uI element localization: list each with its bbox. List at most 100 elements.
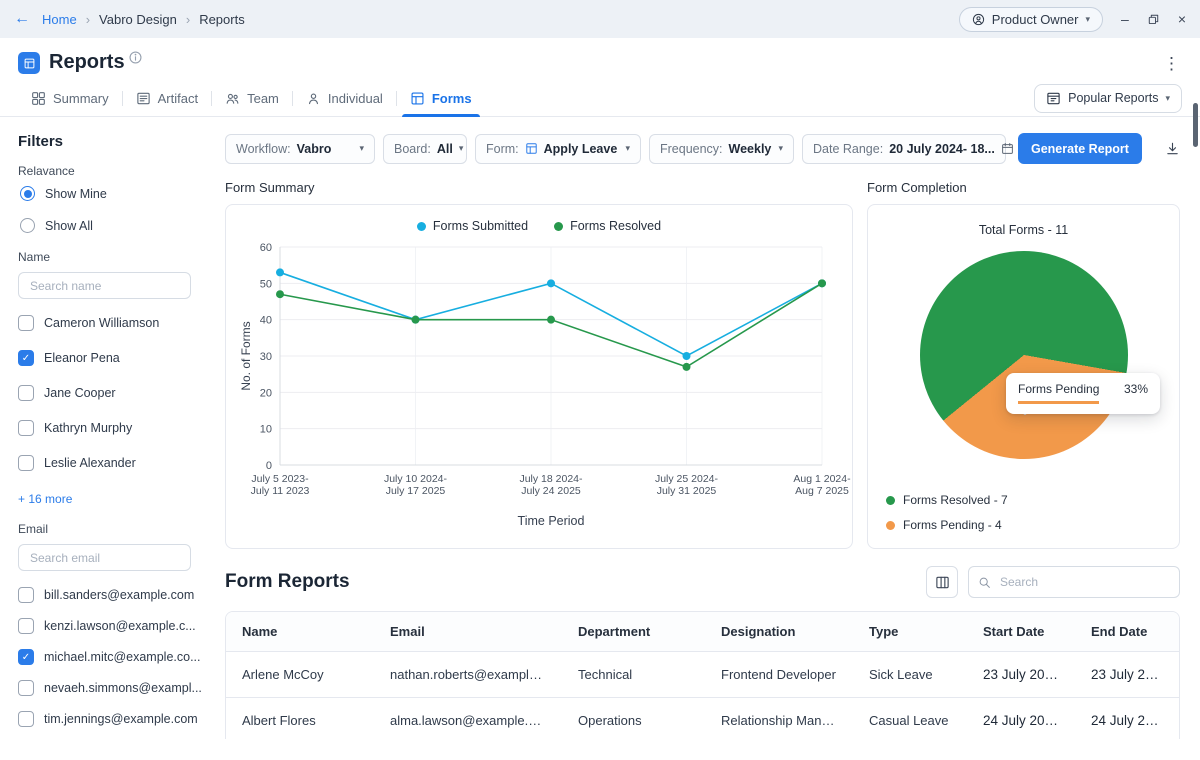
checkbox[interactable]	[18, 711, 34, 727]
tab-label: Individual	[327, 90, 383, 106]
table-row[interactable]: Albert Flores alma.lawson@example.com Oper…	[226, 697, 1179, 739]
tab-forms[interactable]: Forms	[397, 80, 485, 117]
checkbox[interactable]	[18, 680, 34, 696]
email-search-input[interactable]	[28, 549, 181, 566]
column-header: Type	[853, 612, 967, 652]
chevron-down-icon: ▾	[625, 143, 630, 153]
info-icon[interactable]	[128, 50, 143, 65]
date-range-value: 20 July 2024- 18...	[889, 141, 995, 156]
kebab-menu[interactable]: ⋮	[1163, 50, 1180, 74]
radio-button[interactable]	[20, 186, 35, 201]
email-checkbox-item[interactable]: ✓ michael.mitc@example.co...	[18, 649, 201, 665]
user-menu-label: Product Owner	[991, 11, 1079, 27]
name-search[interactable]	[18, 272, 191, 299]
table-cell: Technical	[562, 651, 705, 698]
radio-option[interactable]: Show Mine	[18, 186, 191, 201]
checkbox[interactable]	[18, 315, 34, 331]
pie-legend: Forms Resolved - 7 Forms Pending - 4	[886, 493, 1008, 532]
radio-label: Show Mine	[45, 186, 107, 201]
breadcrumb-separator: ›	[85, 11, 91, 27]
checkbox[interactable]	[18, 455, 34, 471]
columns-button[interactable]	[926, 566, 958, 598]
table-row[interactable]: Arlene McCoy nathan.roberts@example.com Te…	[226, 651, 1179, 698]
generate-report-button[interactable]: Generate Report	[1018, 133, 1142, 164]
breadcrumb-home[interactable]: Home	[42, 12, 77, 27]
email-checkbox-list: bill.sanders@example.com kenzi.lawson@exa…	[18, 587, 202, 727]
column-header: Department	[562, 612, 705, 652]
pie-legend-item: Forms Pending - 4	[886, 518, 1008, 532]
pie-total-label: Total Forms - 11	[978, 223, 1069, 237]
filters-sidebar: Filters Relavance Show Mine Show All Name…	[0, 117, 209, 739]
email-checkbox-item[interactable]: kenzi.lawson@example.c...	[18, 618, 196, 634]
table-cell: 24 July 2024	[1075, 697, 1179, 739]
tab-individual[interactable]: Individual	[293, 80, 396, 116]
workflow-select[interactable]: Workflow: Vabro ▾	[225, 133, 375, 164]
popular-reports-icon	[1046, 91, 1061, 106]
table-cell: Albert Flores	[226, 697, 374, 739]
name-search-input[interactable]	[28, 277, 181, 294]
tab-artifact[interactable]: Artifact	[123, 80, 211, 116]
checkbox-label: Cameron Williamson	[44, 316, 160, 330]
form-select[interactable]: Form: Apply Leave ▾	[475, 133, 641, 164]
form-completion-title: Form Completion	[867, 180, 967, 195]
svg-text:40: 40	[260, 315, 272, 327]
checkbox[interactable]	[18, 618, 34, 634]
minimize-button[interactable]: –	[1121, 12, 1129, 26]
person-icon	[306, 91, 321, 106]
email-checkbox-item[interactable]: tim.jennings@example.com	[18, 711, 198, 727]
restore-button[interactable]	[1147, 13, 1160, 26]
email-checkbox-item[interactable]: nevaeh.simmons@exampl...	[18, 680, 202, 696]
back-button[interactable]: ←	[14, 10, 30, 28]
email-checkbox-item[interactable]: bill.sanders@example.com	[18, 587, 195, 603]
svg-text:60: 60	[260, 242, 272, 254]
checkbox[interactable]	[18, 587, 34, 603]
tab-label: Team	[247, 90, 279, 106]
download-icon[interactable]	[1165, 141, 1180, 156]
name-checkbox-item[interactable]: Cameron Williamson	[18, 315, 191, 331]
table-cell: Frontend Developer	[705, 651, 853, 698]
frequency-label: Frequency:	[660, 141, 723, 156]
form-reports-table: Name Email Department Designation Type Start …	[225, 611, 1180, 739]
form-completion-pie[interactable]	[919, 251, 1128, 459]
tab-summary[interactable]: Summary	[18, 80, 122, 116]
email-search[interactable]	[18, 544, 191, 571]
checkbox-label: michael.mitc@example.co...	[44, 650, 201, 664]
chevron-down-icon: ▾	[1085, 13, 1091, 24]
checkbox[interactable]	[18, 385, 34, 401]
svg-text:July 25 2024-July 31 2025: July 25 2024-July 31 2025	[655, 473, 719, 497]
popular-reports-button[interactable]: Popular Reports ▾	[1034, 83, 1182, 113]
checkbox-label: bill.sanders@example.com	[44, 588, 195, 602]
name-checkbox-item[interactable]: Kathryn Murphy	[18, 420, 191, 436]
chevron-down-icon: ▾	[778, 143, 783, 153]
user-menu[interactable]: Product Owner ▾	[958, 6, 1104, 32]
scrollbar-thumb[interactable]	[1193, 103, 1198, 147]
name-checkbox-item[interactable]: Jane Cooper	[18, 385, 191, 401]
svg-text:10: 10	[260, 424, 272, 436]
team-icon	[225, 91, 240, 106]
artifact-icon	[136, 91, 151, 106]
name-checkbox-item[interactable]: ✓ Eleanor Pena	[18, 350, 191, 366]
checkbox[interactable]: ✓	[18, 649, 34, 665]
table-search[interactable]	[968, 566, 1180, 598]
report-toolbar: Workflow: Vabro ▾ Board: All ▾ Form: App…	[225, 133, 1180, 164]
radio-option[interactable]: Show All	[18, 218, 191, 233]
svg-text:0: 0	[266, 460, 272, 472]
name-checkbox-item[interactable]: Leslie Alexander	[18, 455, 191, 471]
svg-text:30: 30	[260, 351, 272, 363]
frequency-select[interactable]: Frequency: Weekly ▾	[649, 133, 794, 164]
checkbox[interactable]	[18, 420, 34, 436]
table-search-input[interactable]	[998, 574, 1170, 590]
close-button[interactable]: ×	[1178, 12, 1186, 26]
breadcrumb-project[interactable]: Vabro Design	[99, 12, 177, 27]
reports-app-icon	[18, 52, 40, 74]
board-select[interactable]: Board: All ▾	[383, 133, 467, 164]
board-value: All	[436, 141, 453, 156]
table-header-row: Name Email Department Designation Type Start …	[226, 612, 1179, 652]
radio-button[interactable]	[20, 218, 35, 233]
page-title: Reports	[49, 51, 125, 73]
checkbox[interactable]: ✓	[18, 350, 34, 366]
table-cell: Relationship Manager	[705, 697, 853, 739]
date-range-picker[interactable]: Date Range: 20 July 2024- 18...	[802, 133, 1013, 164]
tab-team[interactable]: Team	[212, 80, 292, 116]
names-more-link[interactable]: + 16 more	[18, 492, 72, 506]
